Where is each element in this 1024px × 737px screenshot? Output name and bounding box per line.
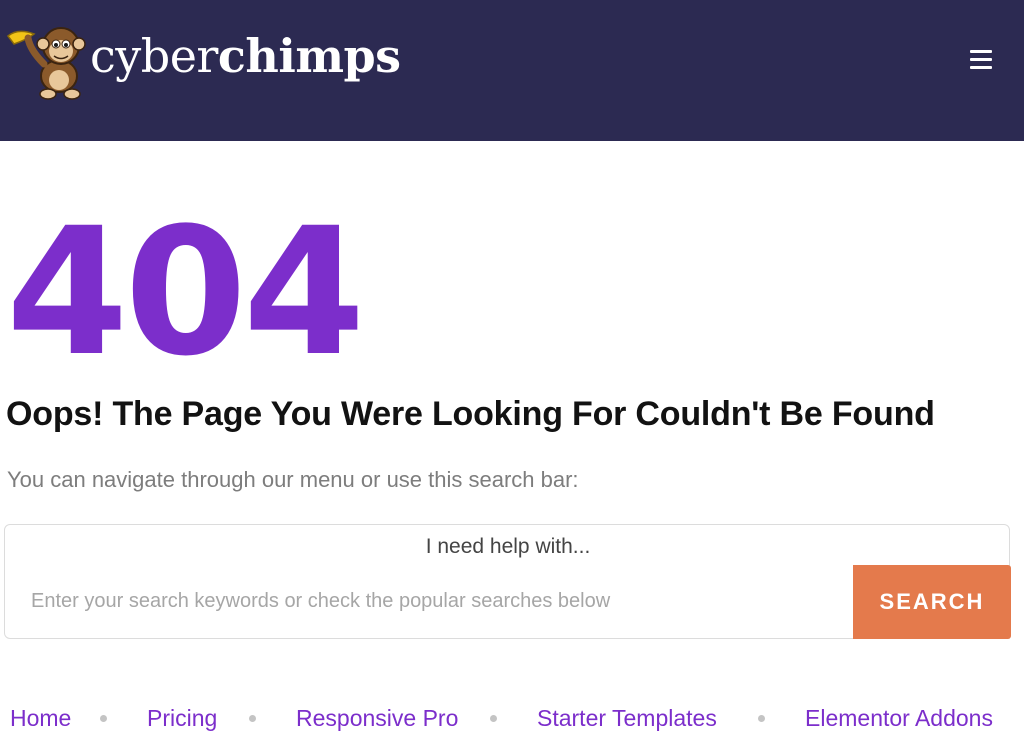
separator-dot: [758, 715, 765, 722]
search-button[interactable]: SEARCH: [853, 565, 1011, 639]
nav-link-pricing[interactable]: Pricing: [147, 700, 217, 736]
brand-part2: chimps: [217, 29, 401, 83]
monkey-mascot-icon: [6, 27, 86, 100]
brand-part1: cyber: [90, 29, 218, 83]
search-label: I need help with...: [425, 535, 591, 558]
nav-link-home[interactable]: Home: [10, 700, 71, 736]
nav-link-elementor-addons[interactable]: Elementor Addons: [805, 700, 993, 736]
page-subtext: You can navigate through our menu or use…: [7, 467, 579, 492]
search-panel: I need help with... SEARCH: [4, 524, 1011, 639]
search-input[interactable]: [19, 565, 851, 637]
menu-toggle-button[interactable]: [962, 44, 998, 76]
brand-wordmark[interactable]: cyberchimps: [90, 26, 401, 86]
hamburger-icon-line: [970, 58, 992, 61]
site-logo[interactable]: [4, 14, 94, 104]
nav-link-responsive-pro[interactable]: Responsive Pro: [296, 700, 458, 736]
separator-dot: [249, 715, 256, 722]
separator-dot: [490, 715, 497, 722]
nav-link-starter-templates[interactable]: Starter Templates: [537, 700, 717, 736]
hamburger-icon-line: [970, 50, 992, 53]
site-header: cyberchimps: [0, 0, 1024, 141]
hamburger-icon-line: [970, 66, 992, 69]
separator-dot: [100, 715, 107, 722]
popular-links-nav: Home Pricing Responsive Pro Starter Temp…: [0, 700, 1024, 737]
page-title: Oops! The Page You Were Looking For Coul…: [6, 395, 935, 433]
error-code: 404: [6, 190, 365, 395]
